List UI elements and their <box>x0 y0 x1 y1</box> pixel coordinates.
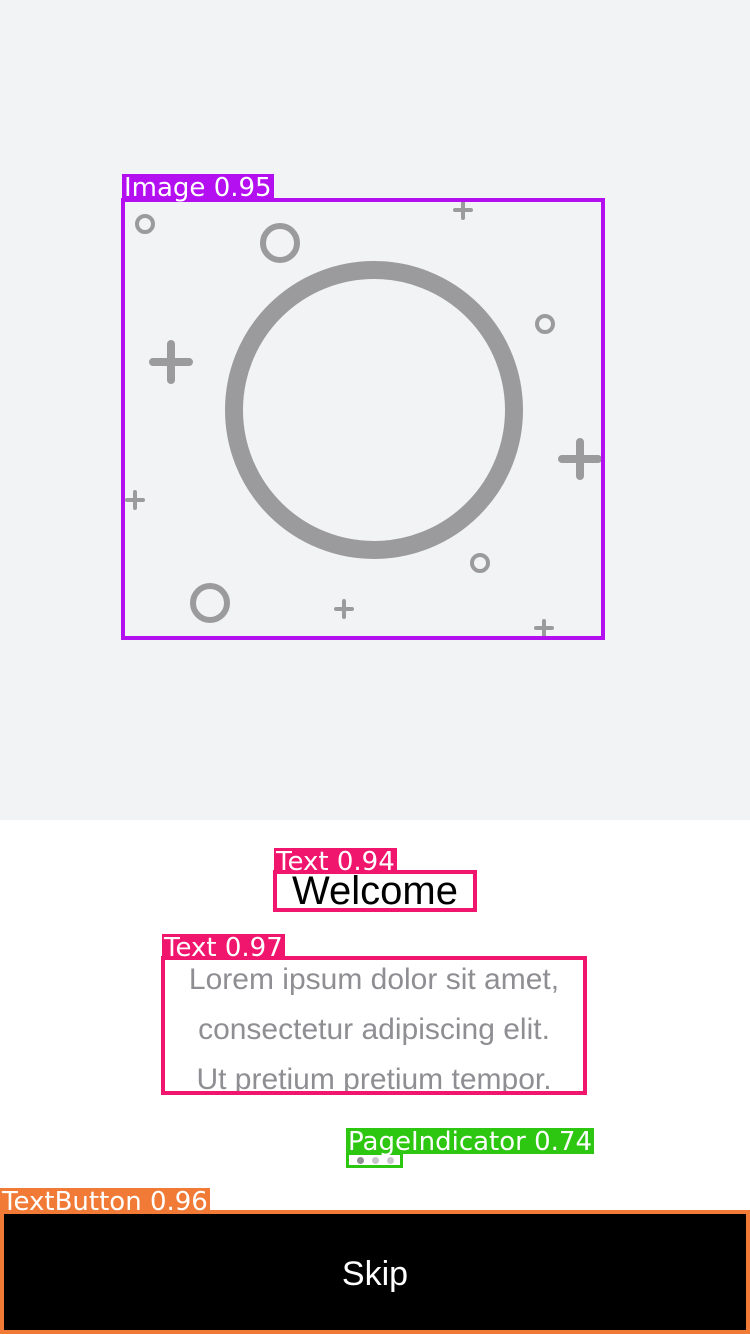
detection-label: Image 0.95 <box>122 173 274 203</box>
detection-label: TextButton 0.96 <box>0 1187 210 1217</box>
detection-box-page-indicator: PageIndicator 0.74 <box>346 1128 594 1168</box>
detection-label: Text 0.97 <box>162 933 285 963</box>
detection-box-body: Text 0.97 <box>161 934 587 1095</box>
detection-box-image: Image 0.95 <box>121 174 605 640</box>
detection-label: Text 0.94 <box>274 847 397 877</box>
detection-label: PageIndicator 0.74 <box>346 1127 594 1157</box>
detection-box-title: Text 0.94 <box>273 848 477 912</box>
detection-box-button: TextButton 0.96 <box>0 1188 750 1334</box>
onboarding-screen: Welcome Lorem ipsum dolor sit amet, cons… <box>0 0 750 1334</box>
